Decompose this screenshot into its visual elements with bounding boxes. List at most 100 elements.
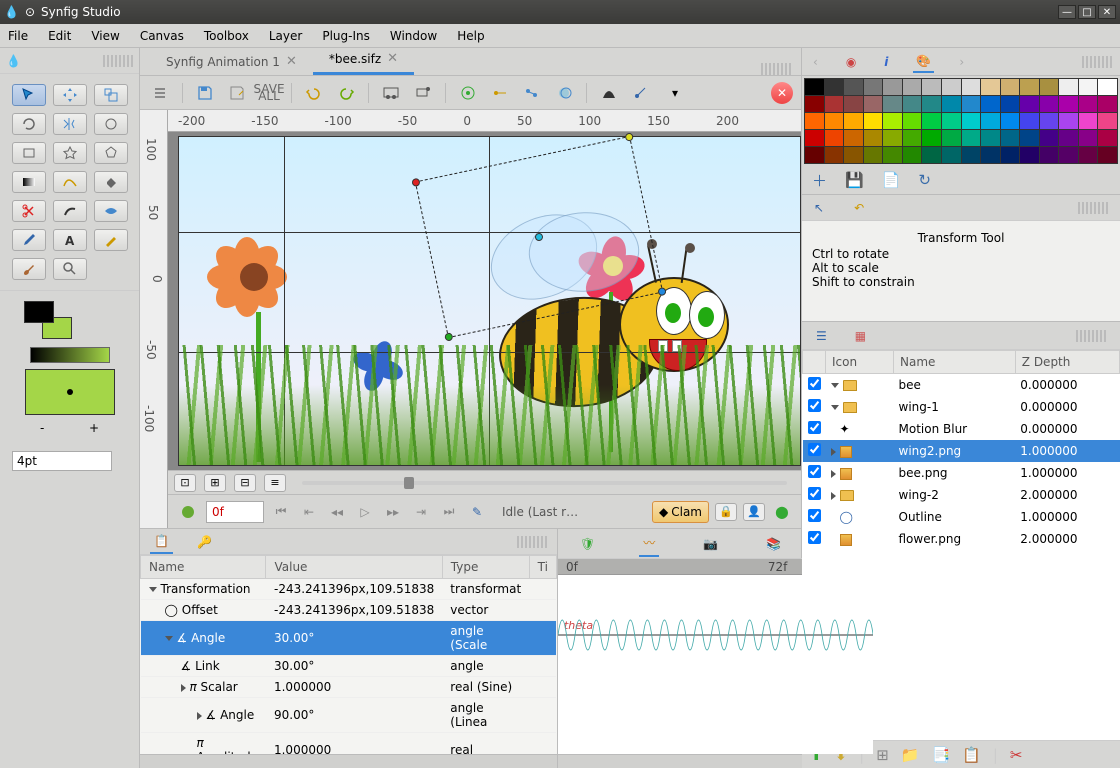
- canvas-browser-icon[interactable]: ▦: [855, 329, 866, 343]
- palette-swatch[interactable]: [1059, 147, 1078, 163]
- polygon-tool[interactable]: [94, 142, 128, 164]
- menu-toolbox[interactable]: Toolbox: [204, 29, 249, 43]
- menu-plugins[interactable]: Plug-Ins: [322, 29, 370, 43]
- gradient-swatch[interactable]: [30, 347, 110, 363]
- scrollbar[interactable]: [140, 754, 557, 768]
- palette-swatch[interactable]: [922, 79, 941, 95]
- palette-swatch[interactable]: [942, 147, 961, 163]
- eyedrop-tool[interactable]: [12, 229, 46, 251]
- palette-swatch[interactable]: [962, 130, 981, 146]
- palette-swatch[interactable]: [883, 130, 902, 146]
- palette-swatch[interactable]: [903, 113, 922, 129]
- palette-swatch[interactable]: [1020, 96, 1039, 112]
- zoom-slider[interactable]: [302, 481, 787, 485]
- palette-swatch[interactable]: [1020, 147, 1039, 163]
- onion-past-icon[interactable]: [456, 81, 480, 105]
- param-row[interactable]: ∡ Angle90.00°angle (Linea: [141, 698, 557, 733]
- palette-swatch[interactable]: [1040, 96, 1059, 112]
- palette-swatch[interactable]: [1098, 79, 1117, 95]
- palette-swatch[interactable]: [962, 96, 981, 112]
- palette-swatch[interactable]: [1001, 113, 1020, 129]
- palette-swatch[interactable]: [922, 96, 941, 112]
- palette-swatch[interactable]: [942, 96, 961, 112]
- nav-info-icon[interactable]: i: [881, 52, 891, 72]
- palette-swatch[interactable]: [903, 79, 922, 95]
- palette-swatch[interactable]: [981, 79, 1000, 95]
- layer-row[interactable]: ✦ Motion Blur0.000000: [803, 418, 1120, 440]
- menu-view[interactable]: View: [91, 29, 119, 43]
- duck-icon[interactable]: [629, 81, 653, 105]
- palette-swatch[interactable]: [1079, 130, 1098, 146]
- size-minus[interactable]: -: [40, 421, 44, 435]
- preview-icon[interactable]: [411, 81, 435, 105]
- palette-swatch[interactable]: [922, 113, 941, 129]
- palette-swatch[interactable]: [844, 79, 863, 95]
- save-all-icon[interactable]: SAVE ALL: [257, 81, 281, 105]
- layers-tab-icon[interactable]: ☰: [816, 329, 827, 343]
- param-row[interactable]: Transformation-243.241396px,109.51838tra…: [141, 579, 557, 600]
- palette-swatch[interactable]: [825, 147, 844, 163]
- palette-swatch[interactable]: [825, 113, 844, 129]
- layer-row[interactable]: wing-22.000000: [803, 484, 1120, 506]
- palette-swatch[interactable]: [1059, 130, 1078, 146]
- palette-swatch[interactable]: [1079, 96, 1098, 112]
- onion-skin-icon[interactable]: [552, 81, 576, 105]
- system-menu-icon[interactable]: ⊙: [25, 5, 35, 19]
- dock-grip[interactable]: [517, 536, 547, 548]
- layer-visible-checkbox[interactable]: [808, 509, 821, 522]
- palette-swatch[interactable]: [864, 79, 883, 95]
- maximize-button[interactable]: □: [1078, 5, 1096, 19]
- rotate-tool[interactable]: [12, 113, 46, 135]
- onion-toggle-icon[interactable]: 👤: [743, 503, 765, 521]
- circle-tool[interactable]: [94, 113, 128, 135]
- onion-line-icon[interactable]: [488, 81, 512, 105]
- palette-swatch[interactable]: [1001, 147, 1020, 163]
- palette-swatch[interactable]: [1079, 79, 1098, 95]
- palette-swatch[interactable]: [883, 79, 902, 95]
- palette-swatch[interactable]: [981, 147, 1000, 163]
- bucket-tool[interactable]: [94, 171, 128, 193]
- tool-cursor-icon[interactable]: ↖: [814, 201, 824, 215]
- nav-next-icon[interactable]: ›: [956, 52, 967, 72]
- palette-swatch[interactable]: [1040, 147, 1059, 163]
- layer-new-icon[interactable]: 📁: [901, 746, 920, 764]
- menu-file[interactable]: File: [8, 29, 28, 43]
- transform-tool[interactable]: [12, 84, 46, 106]
- layer-visible-checkbox[interactable]: [808, 465, 821, 478]
- dock-grip[interactable]: [761, 63, 791, 75]
- star-tool[interactable]: [53, 142, 87, 164]
- keyframe-lock-icon[interactable]: 🔒: [715, 503, 737, 521]
- menu-edit[interactable]: Edit: [48, 29, 71, 43]
- palette-swatch[interactable]: [825, 96, 844, 112]
- onion-future-icon[interactable]: [520, 81, 544, 105]
- palette-swatch[interactable]: [844, 113, 863, 129]
- width-tool[interactable]: [94, 200, 128, 222]
- tool-undo-icon[interactable]: ↶: [854, 201, 864, 215]
- loop-icon[interactable]: ✎: [466, 501, 488, 523]
- palette-swatch[interactable]: [1001, 96, 1020, 112]
- param-row[interactable]: π Scalar1.000000real (Sine): [141, 677, 557, 698]
- palette-swatch[interactable]: [1020, 113, 1039, 129]
- keyframe-icon[interactable]: [176, 500, 200, 524]
- palette-swatch[interactable]: [1098, 147, 1117, 163]
- render-icon[interactable]: [379, 81, 403, 105]
- close-button[interactable]: ✕: [1098, 5, 1116, 19]
- menu-canvas[interactable]: Canvas: [140, 29, 184, 43]
- spline-tool[interactable]: [53, 171, 87, 193]
- brush-tool[interactable]: [12, 258, 46, 280]
- param-row[interactable]: π Amplitude1.000000real: [141, 733, 557, 755]
- palette-reset-icon[interactable]: ↻: [918, 171, 931, 189]
- palette-swatch[interactable]: [883, 113, 902, 129]
- layer-visible-checkbox[interactable]: [808, 377, 821, 390]
- palette-swatch[interactable]: [962, 147, 981, 163]
- palette-swatch[interactable]: [922, 130, 941, 146]
- scale-tool[interactable]: [94, 84, 128, 106]
- palette-swatch[interactable]: [1040, 113, 1059, 129]
- text-tool[interactable]: A: [53, 229, 87, 251]
- param-row[interactable]: ∡ Angle30.00°angle (Scale: [141, 621, 557, 656]
- close-document-button[interactable]: ✕: [771, 82, 793, 104]
- zoom-tool[interactable]: [53, 258, 87, 280]
- menu-help[interactable]: Help: [457, 29, 484, 43]
- gradient-tool[interactable]: [12, 171, 46, 193]
- size-plus[interactable]: +: [89, 421, 99, 435]
